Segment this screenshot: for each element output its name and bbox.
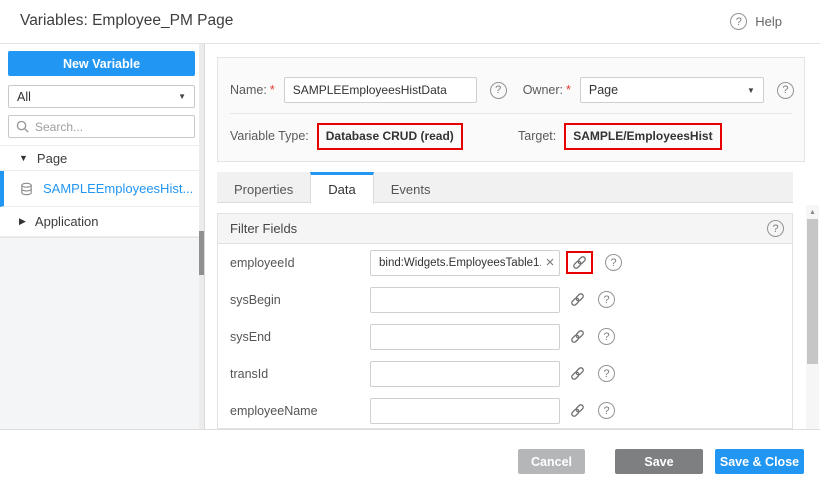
panel-divider xyxy=(230,113,792,114)
field-row-sysEnd: sysEnd ? xyxy=(218,318,792,355)
bind-link-button-highlighted[interactable] xyxy=(566,251,593,274)
tree-item-page[interactable]: ▼ Page xyxy=(0,145,200,171)
filter-fields-help-icon[interactable]: ? xyxy=(767,220,784,237)
filter-fields-title: Filter Fields xyxy=(230,221,297,236)
required-marker: * xyxy=(566,83,571,97)
help-label: Help xyxy=(755,14,782,29)
tree-item-application[interactable]: ▶ Application xyxy=(0,207,200,237)
save-button[interactable]: Save xyxy=(615,449,703,474)
transId-input[interactable] xyxy=(370,361,560,387)
bind-link-button[interactable] xyxy=(569,402,586,419)
help-icon: ? xyxy=(730,13,747,30)
name-label: Name: xyxy=(230,83,267,97)
field-row-sysBegin: sysBegin ? xyxy=(218,281,792,318)
filter-fields-panel: Filter Fields ? employeeId × ? sysBegin xyxy=(217,213,793,429)
chevron-down-icon: ▼ xyxy=(178,92,186,101)
tab-properties[interactable]: Properties xyxy=(217,172,310,203)
new-variable-button[interactable]: New Variable xyxy=(8,51,195,76)
dialog-footer: Cancel Save Save & Close xyxy=(0,429,820,490)
field-help-icon[interactable]: ? xyxy=(598,402,615,419)
tab-events[interactable]: Events xyxy=(374,172,448,203)
chevron-down-icon: ▼ xyxy=(747,86,755,95)
owner-select-value: Page xyxy=(589,83,618,97)
clear-icon[interactable]: × xyxy=(543,253,557,273)
link-icon xyxy=(571,254,588,271)
field-help-icon[interactable]: ? xyxy=(598,328,615,345)
detail-tabs: Properties Data Events xyxy=(217,172,793,203)
employeeName-input[interactable] xyxy=(370,398,560,424)
help-link[interactable]: ? Help xyxy=(730,13,782,30)
page-title: Variables: Employee_PM Page xyxy=(20,12,233,30)
owner-label: Owner: xyxy=(523,83,563,97)
variable-filter-value: All xyxy=(17,90,31,104)
type-target-row: Variable Type: Database CRUD (read) Targ… xyxy=(230,119,792,153)
field-label: transId xyxy=(230,367,370,381)
link-icon xyxy=(569,402,586,419)
bind-link-button[interactable] xyxy=(569,328,586,345)
tree-item-label: SAMPLEEmployeesHist... xyxy=(43,181,193,196)
field-row-employeeName: employeeName ? xyxy=(218,392,792,429)
field-help-icon[interactable]: ? xyxy=(598,365,615,382)
link-icon xyxy=(569,365,586,382)
variable-details-panel: Name: * ? Owner: * Page ▼ ? Variable Typ… xyxy=(217,57,805,162)
variables-sidebar: New Variable All ▼ ▼ Page SAMPLEEmployee… xyxy=(0,44,205,429)
field-row-employeeId: employeeId × ? xyxy=(218,244,792,281)
tree-item-label: Application xyxy=(35,214,99,229)
field-label: employeeName xyxy=(230,404,370,418)
field-label: sysBegin xyxy=(230,293,370,307)
link-icon xyxy=(569,291,586,308)
search-icon xyxy=(15,119,30,134)
link-icon xyxy=(569,328,586,345)
sysBegin-input[interactable] xyxy=(370,287,560,313)
sidebar-empty-area xyxy=(0,237,199,429)
bind-link-button[interactable] xyxy=(569,365,586,382)
target-value-highlighted: SAMPLE/EmployeesHist xyxy=(564,123,721,150)
sysEnd-input[interactable] xyxy=(370,324,560,350)
filter-fields-header: Filter Fields ? xyxy=(218,214,792,244)
content-scrollbar-track[interactable]: ▲ ▼ xyxy=(806,205,819,438)
bind-link-button[interactable] xyxy=(569,291,586,308)
chevron-right-icon: ▶ xyxy=(19,216,26,227)
variable-filter-select[interactable]: All ▼ xyxy=(8,85,195,108)
variable-type-label: Variable Type: xyxy=(230,129,309,143)
field-label: employeeId xyxy=(230,256,370,270)
scroll-up-icon[interactable]: ▲ xyxy=(806,206,819,218)
tree-item-label: Page xyxy=(37,151,67,166)
target-label: Target: xyxy=(518,129,556,143)
owner-select[interactable]: Page ▼ xyxy=(580,77,764,103)
content-scrollbar-thumb[interactable] xyxy=(807,219,818,364)
field-label: sysEnd xyxy=(230,330,370,344)
search-input[interactable] xyxy=(8,115,195,138)
field-help-icon[interactable]: ? xyxy=(598,291,615,308)
chevron-down-icon: ▼ xyxy=(19,153,28,163)
sidebar-search xyxy=(8,115,195,138)
field-row-transId: transId ? xyxy=(218,355,792,392)
employeeId-input[interactable] xyxy=(370,250,560,276)
tab-data[interactable]: Data xyxy=(310,172,373,204)
field-help-icon[interactable]: ? xyxy=(605,254,622,271)
tree-item-variable-selected[interactable]: SAMPLEEmployeesHist... xyxy=(0,171,200,207)
name-input[interactable] xyxy=(284,77,477,103)
sidebar-scrollbar-thumb[interactable] xyxy=(199,231,204,275)
save-and-close-button[interactable]: Save & Close xyxy=(715,449,804,474)
owner-help-icon[interactable]: ? xyxy=(777,82,794,99)
name-help-icon[interactable]: ? xyxy=(490,82,507,99)
name-owner-row: Name: * ? Owner: * Page ▼ ? xyxy=(230,76,794,104)
database-variable-icon xyxy=(19,181,34,197)
required-marker: * xyxy=(270,83,275,97)
cancel-button[interactable]: Cancel xyxy=(518,449,585,474)
dialog-header: Variables: Employee_PM Page ? Help xyxy=(0,0,820,44)
variable-type-value-highlighted: Database CRUD (read) xyxy=(317,123,463,150)
